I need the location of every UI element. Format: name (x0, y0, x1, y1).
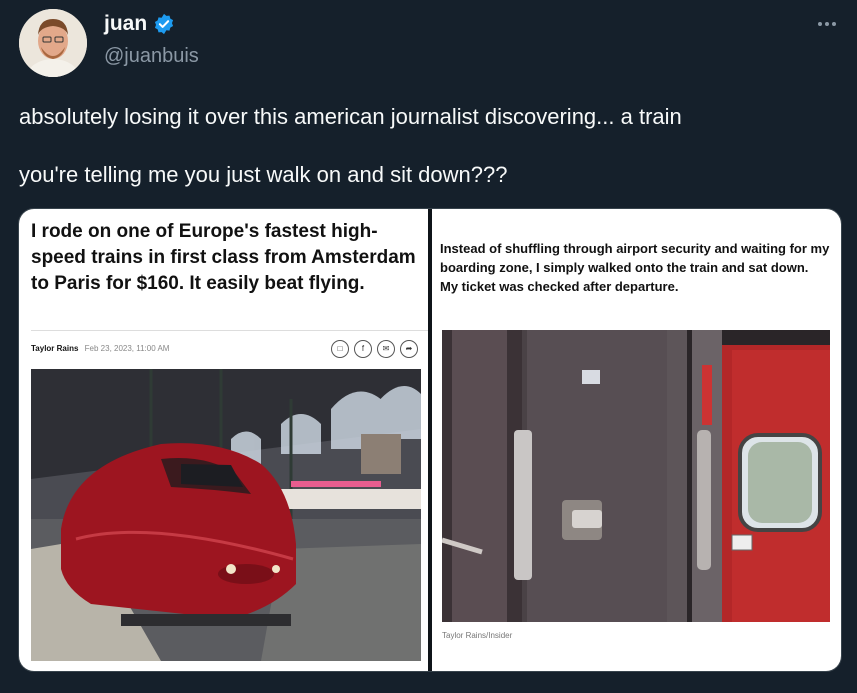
train-door-photo (442, 330, 830, 622)
author-name[interactable]: juan (104, 12, 147, 36)
email-icon: ✉ (377, 340, 395, 358)
article-date: Feb 23, 2023, 11:00 AM (84, 344, 170, 353)
author-row[interactable]: juan (104, 12, 175, 36)
media-image-left[interactable]: I rode on one of Europe's fastest high-s… (19, 209, 428, 671)
article-author: Taylor Rains (31, 344, 79, 353)
article-byline: Taylor Rains Feb 23, 2023, 11:00 AM (31, 344, 169, 353)
bookmark-icon: □ (331, 340, 349, 358)
tweet-media[interactable]: I rode on one of Europe's fastest high-s… (18, 208, 842, 672)
author-handle[interactable]: @juanbuis (104, 45, 199, 68)
train-station-photo (31, 369, 421, 661)
verified-badge-icon (155, 13, 174, 35)
article-caption: Instead of shuffling through airport sec… (440, 241, 830, 294)
photo-credit: Taylor Rains/Insider (442, 631, 513, 640)
media-image-right[interactable]: Instead of shuffling through airport sec… (432, 209, 841, 671)
avatar-image (19, 9, 87, 77)
article-share-icons: □ f ✉ ➦ (331, 340, 418, 358)
article-headline: I rode on one of Europe's fastest high-s… (31, 221, 416, 294)
article-divider (31, 330, 428, 331)
tweet-text-line-1: absolutely losing it over this american … (19, 104, 682, 129)
tweet-text-line-2: you're telling me you just walk on and s… (19, 162, 508, 187)
more-horizontal-icon[interactable] (815, 14, 839, 34)
avatar[interactable] (19, 9, 87, 77)
facebook-icon: f (354, 340, 372, 358)
share-icon: ➦ (400, 340, 418, 358)
